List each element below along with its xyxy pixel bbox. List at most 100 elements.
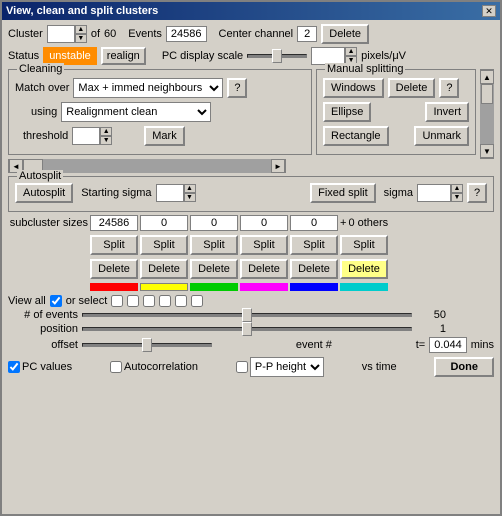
delete-0-button[interactable]: Delete bbox=[90, 259, 138, 279]
starting-sigma-spinbox[interactable]: 5 ▲ ▼ bbox=[156, 184, 196, 202]
offset-slider[interactable] bbox=[82, 343, 212, 347]
status-label: Status bbox=[8, 50, 39, 62]
color-bar-5 bbox=[340, 283, 388, 291]
starting-sigma-label: Starting sigma bbox=[81, 187, 151, 199]
delete-3-button[interactable]: Delete bbox=[240, 259, 288, 279]
sigma-spinbox[interactable]: 9.74 ▲ ▼ bbox=[417, 184, 463, 202]
autosplit-title: Autosplit bbox=[17, 170, 63, 182]
scroll-up-button[interactable]: ▲ bbox=[480, 70, 494, 84]
sigma-down[interactable]: ▼ bbox=[451, 193, 463, 202]
starting-sigma-down[interactable]: ▼ bbox=[184, 193, 196, 202]
starting-sigma-up[interactable]: ▲ bbox=[184, 184, 196, 193]
pc-values-wrap: PC values bbox=[8, 361, 72, 373]
events-label: Events bbox=[128, 28, 162, 40]
match-over-select[interactable]: Max + immed neighbours bbox=[73, 78, 223, 98]
pixels-label: pixels/μV bbox=[361, 50, 406, 62]
pc-values-checkbox[interactable] bbox=[8, 361, 20, 373]
delete-5-button[interactable]: Delete bbox=[340, 259, 388, 279]
select-1-checkbox[interactable] bbox=[127, 295, 139, 307]
events-value: 24586 bbox=[166, 26, 207, 42]
split-1-button[interactable]: Split bbox=[140, 235, 188, 255]
autocorrelation-checkbox[interactable] bbox=[110, 361, 122, 373]
subcluster-sizes-label: subcluster sizes bbox=[8, 217, 88, 229]
events-count: 60 bbox=[104, 28, 116, 40]
header-delete-button[interactable]: Delete bbox=[321, 24, 369, 44]
sigma-up[interactable]: ▲ bbox=[451, 184, 463, 193]
split-0-button[interactable]: Split bbox=[90, 235, 138, 255]
cluster-label: Cluster bbox=[8, 28, 43, 40]
fixed-split-button[interactable]: Fixed split bbox=[310, 183, 376, 203]
windows-button[interactable]: Windows bbox=[323, 78, 384, 98]
size-0: 24586 bbox=[90, 215, 138, 231]
invert-button[interactable]: Invert bbox=[425, 102, 469, 122]
autosplit-button[interactable]: Autosplit bbox=[15, 183, 73, 203]
pp-height-checkbox[interactable] bbox=[236, 361, 248, 373]
mark-button[interactable]: Mark bbox=[144, 126, 184, 146]
color-bar-2 bbox=[190, 283, 238, 291]
pp-height-select[interactable]: P-P height bbox=[250, 357, 324, 377]
pc-values-label: PC values bbox=[22, 361, 72, 373]
autosplit-help-button[interactable]: ? bbox=[467, 183, 487, 203]
close-button[interactable]: ✕ bbox=[482, 5, 496, 17]
t-value: 0.044 bbox=[429, 337, 467, 353]
split-3-button[interactable]: Split bbox=[240, 235, 288, 255]
sigma-input[interactable]: 9.74 bbox=[417, 184, 451, 202]
select-2-checkbox[interactable] bbox=[143, 295, 155, 307]
rectangle-button[interactable]: Rectangle bbox=[323, 126, 389, 146]
unmark-button[interactable]: Unmark bbox=[414, 126, 469, 146]
pc-up-arrow[interactable]: ▲ bbox=[345, 47, 357, 56]
cleaning-help-button[interactable]: ? bbox=[227, 78, 247, 98]
done-button[interactable]: Done bbox=[434, 357, 494, 377]
match-over-label: Match over bbox=[15, 82, 69, 94]
right-scrollbar[interactable]: ▲ ▼ bbox=[480, 69, 494, 159]
threshold-down-arrow[interactable]: ▼ bbox=[100, 136, 112, 145]
delete-1-button[interactable]: Delete bbox=[140, 259, 188, 279]
manual-splitting-group: Manual splitting Windows Delete ? Ellips… bbox=[316, 69, 476, 155]
mins-label: mins bbox=[471, 339, 494, 351]
num-events-slider[interactable] bbox=[82, 313, 412, 317]
autosplit-group: Autosplit Autosplit Starting sigma 5 ▲ ▼… bbox=[8, 176, 494, 212]
select-5-checkbox[interactable] bbox=[191, 295, 203, 307]
select-0-checkbox[interactable] bbox=[111, 295, 123, 307]
cluster-down-arrow[interactable]: ▼ bbox=[75, 34, 87, 43]
color-bar-4 bbox=[290, 283, 338, 291]
threshold-input[interactable]: 2 bbox=[72, 127, 100, 145]
main-window: View, clean and split clusters ✕ Cluster… bbox=[0, 0, 502, 516]
using-label: using bbox=[31, 106, 57, 118]
cluster-spinbox[interactable]: 1 ▲ ▼ bbox=[47, 25, 87, 43]
scroll-down-button[interactable]: ▼ bbox=[480, 144, 494, 158]
delete-4-button[interactable]: Delete bbox=[290, 259, 338, 279]
color-bar-1 bbox=[140, 283, 188, 291]
ms-delete-button[interactable]: Delete bbox=[388, 78, 436, 98]
position-label: position bbox=[8, 323, 78, 335]
starting-sigma-input[interactable]: 5 bbox=[156, 184, 184, 202]
position-slider[interactable] bbox=[82, 327, 412, 331]
scroll-thumb[interactable] bbox=[481, 84, 493, 104]
threshold-label: threshold bbox=[23, 130, 68, 142]
num-events-label: # of events bbox=[8, 309, 78, 321]
cluster-up-arrow[interactable]: ▲ bbox=[75, 25, 87, 34]
view-all-label: View all bbox=[8, 295, 46, 307]
select-3-checkbox[interactable] bbox=[159, 295, 171, 307]
center-channel-value: 2 bbox=[297, 26, 317, 42]
cluster-input[interactable]: 1 bbox=[47, 25, 75, 43]
split-2-button[interactable]: Split bbox=[190, 235, 238, 255]
threshold-up-arrow[interactable]: ▲ bbox=[100, 127, 112, 136]
split-4-button[interactable]: Split bbox=[290, 235, 338, 255]
ms-help-button[interactable]: ? bbox=[439, 78, 459, 98]
threshold-spinbox[interactable]: 2 ▲ ▼ bbox=[72, 127, 112, 145]
split-5-button[interactable]: Split bbox=[340, 235, 388, 255]
select-4-checkbox[interactable] bbox=[175, 295, 187, 307]
delete-2-button[interactable]: Delete bbox=[190, 259, 238, 279]
event-hash-label: event # bbox=[296, 339, 332, 351]
view-all-checkbox[interactable] bbox=[50, 295, 62, 307]
realign-button[interactable]: realign bbox=[101, 47, 146, 65]
using-select[interactable]: Realignment clean bbox=[61, 102, 211, 122]
color-bar-3 bbox=[240, 283, 288, 291]
num-events-value: 50 bbox=[416, 309, 446, 321]
pc-display-slider[interactable] bbox=[247, 54, 307, 58]
offset-label: offset bbox=[8, 339, 78, 351]
scroll-right-button[interactable]: ► bbox=[271, 159, 285, 173]
ellipse-button[interactable]: Ellipse bbox=[323, 102, 371, 122]
size-4: 0 bbox=[290, 215, 338, 231]
